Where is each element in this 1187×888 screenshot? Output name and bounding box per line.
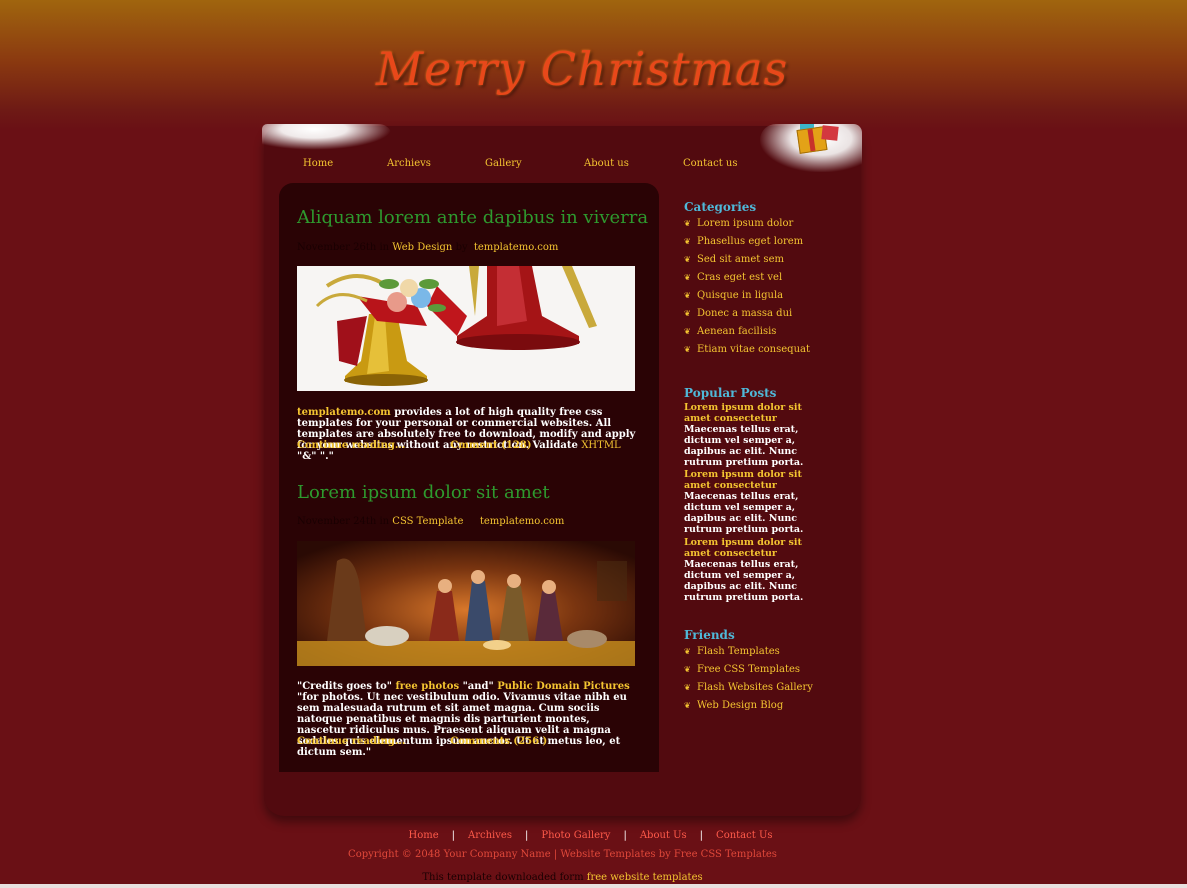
post-category-link[interactable]: CSS Template <box>392 516 463 527</box>
category-item[interactable]: ❦ Phasellus eget lorem <box>684 232 810 250</box>
friend-link[interactable]: ❦ Free CSS Templates <box>684 660 813 678</box>
category-item[interactable]: ❦ Etiam vitae consequat <box>684 340 810 358</box>
footer-link-contact[interactable]: Contact Us <box>703 830 785 841</box>
download-credit: This template downloaded form free websi… <box>422 872 703 883</box>
nativity-scene-image <box>297 541 635 666</box>
nav-contact[interactable]: Contact us <box>683 158 737 169</box>
footer-link-archives[interactable]: Archives <box>455 830 525 841</box>
footer-link-photo-gallery[interactable]: Photo Gallery <box>528 830 623 841</box>
post-date: November 26th in <box>297 242 390 253</box>
category-item[interactable]: ❦ Cras eget est vel <box>684 268 810 286</box>
site-title: Merry Christmas <box>376 42 789 96</box>
public-domain-pictures-link[interactable]: Public Domain Pictures <box>497 681 629 692</box>
post-title[interactable]: Lorem ipsum dolor sit amet <box>297 482 550 503</box>
popular-post-body: Maecenas tellus erat, dictum vel semper … <box>684 491 804 535</box>
category-item[interactable]: ❦ Quisque in ligula <box>684 286 810 304</box>
bullet-icon: ❦ <box>684 236 691 246</box>
nav-home[interactable]: Home <box>303 158 333 169</box>
post-meta: November 24th in CSS Template templatemo… <box>297 516 564 527</box>
post-meta: November 26th in Web Design by templatem… <box>297 242 558 253</box>
continue-reading-link[interactable]: Continue reading... <box>297 440 405 451</box>
post-category-link[interactable]: Web Design <box>392 242 452 253</box>
page-bottom-strip <box>0 884 1187 888</box>
category-item[interactable]: ❦ Donec a massa dui <box>684 304 810 322</box>
popular-post-title[interactable]: Lorem ipsum dolor sit amet consectetur <box>684 402 824 424</box>
popular-post-body: Maecenas tellus erat, dictum vel semper … <box>684 424 804 468</box>
bullet-icon: ❦ <box>684 308 691 318</box>
post-body-tail: "&" "." <box>297 451 334 462</box>
bullet-icon: ❦ <box>684 344 691 354</box>
friend-link[interactable]: ❦ Web Design Blog <box>684 696 813 714</box>
popular-post: Lorem ipsum dolor sit amet consectetur M… <box>684 402 824 468</box>
popular-post: Lorem ipsum dolor sit amet consectetur M… <box>684 537 824 603</box>
friends-heading: Friends <box>684 628 735 642</box>
popular-post-title[interactable]: Lorem ipsum dolor sit amet consectetur <box>684 469 824 491</box>
category-item[interactable]: ❦ Aenean facilisis <box>684 322 810 340</box>
post-title[interactable]: Aliquam lorem ante dapibus in viverra <box>297 207 648 228</box>
bullet-icon: ❦ <box>684 218 691 228</box>
bullet-icon: ❦ <box>684 700 691 710</box>
post-actions: Continue reading... Cmment (128) <box>297 440 531 451</box>
bullet-icon: ❦ <box>684 682 691 692</box>
post-body-text: "for photos. Ut nec vestibulum odio. Viv… <box>297 692 627 758</box>
comments-link[interactable]: Cmment (128) <box>450 440 531 451</box>
post-body-link[interactable]: templatemo.com <box>297 407 391 418</box>
category-item[interactable]: ❦ Sed sit amet sem <box>684 250 810 268</box>
nav-gallery[interactable]: Gallery <box>485 158 522 169</box>
popular-post-body: Maecenas tellus erat, dictum vel semper … <box>684 559 804 603</box>
friend-link[interactable]: ❦ Flash Websites Gallery <box>684 678 813 696</box>
friend-link[interactable]: ❦ Flash Templates <box>684 642 813 660</box>
footer-link-home[interactable]: Home <box>395 830 451 841</box>
nav-archives[interactable]: Archievs <box>387 158 431 169</box>
post-body-text: "and" <box>462 681 494 692</box>
gift-icon-red <box>821 125 839 141</box>
snow-decoration-left <box>262 124 392 150</box>
bullet-icon: ❦ <box>684 646 691 656</box>
footer-nav: Home | Archives | Photo Gallery | About Us | Con… <box>0 830 1184 841</box>
free-website-templates-link[interactable]: free website templates <box>587 872 703 883</box>
popular-post: Lorem ipsum dolor sit amet consectetur M… <box>684 469 824 535</box>
categories-heading: Categories <box>684 200 757 214</box>
post-by: by <box>455 242 468 253</box>
bullet-icon: ❦ <box>684 272 691 282</box>
post-body-text: "Credits goes to" <box>297 681 392 692</box>
category-item[interactable]: ❦ Lorem ipsum dolor <box>684 214 810 232</box>
bullet-icon: ❦ <box>684 254 691 264</box>
popular-posts-heading: Popular Posts <box>684 386 777 400</box>
post-body: templatemo.com provides a lot of high qu… <box>297 407 642 462</box>
post-date: November 24th in <box>297 516 390 527</box>
xhtml-link[interactable]: XHTML <box>581 440 620 451</box>
bullet-icon: ❦ <box>684 326 691 336</box>
bullet-icon: ❦ <box>684 664 691 674</box>
post-author-link[interactable]: templatemo.com <box>474 242 559 253</box>
categories-list: ❦ Lorem ipsum dolor ❦ Phasellus eget lorem… <box>684 214 810 358</box>
footer-link-about[interactable]: About Us <box>627 830 700 841</box>
post-author-link[interactable]: templatemo.com <box>480 516 565 527</box>
continue-reading-link[interactable]: Continue reading... <box>297 736 405 747</box>
bullet-icon: ❦ <box>684 290 691 300</box>
post-actions: Continue reading... Comments (256 ) <box>297 736 547 747</box>
christmas-bells-image <box>297 266 635 391</box>
friends-list: ❦ Flash Templates ❦ Free CSS Templates ❦ Fl… <box>684 642 813 714</box>
copyright: Copyright © 2048 Your Company Name | Web… <box>348 849 777 860</box>
comments-link[interactable]: Comments (256 ) <box>450 736 547 747</box>
popular-post-title[interactable]: Lorem ipsum dolor sit amet consectetur <box>684 537 824 559</box>
nav-about[interactable]: About us <box>584 158 629 169</box>
free-photos-link[interactable]: free photos <box>395 681 459 692</box>
